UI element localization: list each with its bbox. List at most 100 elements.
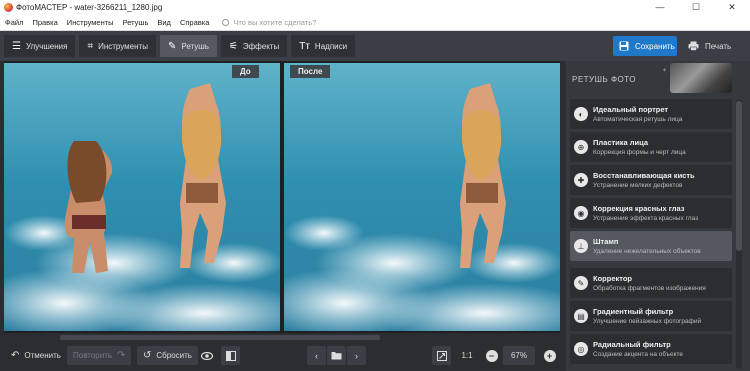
floppy-icon [619, 41, 629, 51]
item-title: Радиальный фильтр [593, 340, 671, 349]
item-desc: Обработка фрагментов изображения [593, 285, 706, 292]
tab-text[interactable]: Tт Надписи [291, 35, 356, 57]
minimize-button[interactable]: — [642, 0, 678, 14]
item-title: Градиентный фильтр [593, 307, 674, 316]
item-desc: Коррекция формы и черт лица [593, 149, 686, 156]
save-button[interactable]: Сохранить [613, 36, 677, 56]
split-view-icon [225, 350, 236, 361]
panel-scrollbar[interactable] [736, 99, 742, 369]
print-label: Печать [705, 41, 732, 51]
chevron-left-icon: ‹ [315, 350, 318, 361]
redo-label: Повторить [73, 351, 113, 360]
tab-enhancements[interactable]: ☰ Улучшения [4, 35, 76, 57]
search-box[interactable]: Что вы хотите сделать? [222, 18, 316, 27]
sliders-icon: ☰ [12, 40, 21, 52]
maximize-button[interactable]: ☐ [678, 0, 714, 14]
preview-eye-button[interactable] [197, 346, 216, 365]
panel-item-red-eye[interactable]: ◉ Коррекция красных глаз Устранение эффек… [570, 198, 732, 228]
reset-label: Сбросить [156, 351, 192, 360]
brush-icon: ✎ [574, 276, 588, 290]
item-desc: Создание акцента на объекте [593, 351, 684, 358]
chevron-right-icon: › [355, 350, 358, 361]
reset-button[interactable]: ↺ Сбросить [137, 346, 198, 365]
zoom-in-button[interactable]: + [540, 346, 559, 365]
before-label: До [232, 65, 259, 78]
zoom-level[interactable]: 67% [503, 346, 535, 365]
eye-icon: ◉ [574, 206, 588, 220]
actual-size-button[interactable]: 1:1 [457, 346, 477, 365]
bandage-icon: ✚ [574, 173, 588, 187]
app-logo-icon [4, 2, 13, 12]
menu-help[interactable]: Справка [180, 18, 209, 27]
item-title: Идеальный портрет [593, 105, 669, 114]
portrait-icon: ◐ [574, 107, 588, 121]
redo-button[interactable]: Повторить ↷ [67, 346, 132, 365]
panel-item-healing-brush[interactable]: ✚ Восстанавливающая кисть Устранение мелк… [570, 165, 732, 195]
item-desc: Устранение мелких дефектов [593, 182, 683, 189]
previous-image-button[interactable]: ‹ [307, 346, 326, 365]
print-button[interactable]: Печать [682, 36, 746, 56]
before-photo: До [4, 63, 280, 331]
beach-photo-after [284, 63, 560, 331]
beach-photo-before [4, 63, 280, 331]
tab-label: Эффекты [242, 41, 280, 51]
reset-icon: ↺ [143, 350, 152, 361]
panel-item-ideal-portrait[interactable]: ◐ Идеальный портрет Автоматическая ретушь… [570, 99, 732, 129]
photo-canvas[interactable]: До После [4, 61, 560, 333]
sparkle-icon: ✦ [662, 68, 668, 74]
folder-icon [331, 352, 342, 360]
panel-item-radial-filter[interactable]: ◎ Радиальный фильтр Создание акцента на о… [570, 334, 732, 364]
tab-label: Инструменты [98, 41, 148, 51]
tab-retouch[interactable]: ✎ Ретушь [159, 35, 217, 57]
magic-wand-icon: ⚟ [228, 40, 238, 52]
scrollbar-thumb[interactable] [736, 101, 742, 251]
item-desc: Устранение эффекта красных глаз [593, 215, 699, 222]
menu-edit[interactable]: Правка [32, 18, 57, 27]
canvas-vertical-scrollbar[interactable] [560, 61, 564, 333]
item-desc: Удаление нежелательных объектов [593, 248, 701, 255]
menu-retouch[interactable]: Ретушь [123, 18, 149, 27]
radial-icon: ◎ [574, 342, 588, 356]
panel-item-face-plastic[interactable]: ⊕ Пластика лица Коррекция формы и черт ли… [570, 132, 732, 162]
after-label: После [290, 65, 331, 78]
title-bar: ФотоМАСТЕР - water-3266211_1280.jpg — ☐ … [0, 0, 750, 14]
panel-item-corrector[interactable]: ✎ Корректор Обработка фрагментов изображе… [570, 268, 732, 298]
after-photo: После [284, 63, 560, 331]
item-title: Корректор [593, 274, 632, 283]
tab-tools[interactable]: ⌗ Инструменты [79, 35, 156, 57]
close-button[interactable]: ✕ [714, 0, 750, 14]
panel-item-stamp[interactable]: ⊥ Штамп Удаление нежелательных объектов [570, 231, 732, 261]
panel-title: РЕТУШЬ ФОТО [572, 75, 636, 84]
save-label: Сохранить [635, 41, 675, 51]
gradient-icon: ▤ [574, 309, 588, 323]
stamp-icon: ⊥ [574, 239, 588, 253]
brush-icon: ✎ [167, 40, 177, 52]
panel-header-image: ✦ [662, 63, 732, 93]
zoom-out-button[interactable]: − [482, 346, 501, 365]
text-icon: Tт [299, 40, 310, 52]
plus-icon: + [543, 349, 556, 362]
menu-tools[interactable]: Инструменты [67, 18, 114, 27]
canvas-horizontal-scrollbar[interactable] [0, 333, 560, 341]
panel-item-gradient-filter[interactable]: ▤ Градиентный фильтр Улучшение пейзажных … [570, 301, 732, 331]
undo-button[interactable]: ↶ Отменить [5, 346, 67, 365]
crop-icon: ⌗ [87, 40, 94, 52]
item-title: Штамп [593, 237, 619, 246]
window-title: ФотоМАСТЕР - water-3266211_1280.jpg [16, 2, 163, 12]
open-folder-button[interactable] [327, 346, 346, 365]
compare-view-button[interactable] [221, 346, 240, 365]
undo-label: Отменить [24, 351, 61, 360]
ratio-label: 1:1 [461, 351, 473, 360]
fit-screen-button[interactable] [432, 346, 451, 365]
eye-icon [200, 351, 213, 360]
panel-header: РЕТУШЬ ФОТО ✦ [566, 61, 750, 95]
tab-label: Надписи [314, 41, 348, 51]
next-image-button[interactable]: › [347, 346, 366, 365]
tab-effects[interactable]: ⚟ Эффекты [220, 35, 288, 57]
item-desc: Улучшение пейзажных фотографий [593, 318, 702, 325]
search-placeholder: Что вы хотите сделать? [233, 17, 317, 27]
menu-file[interactable]: Файл [5, 18, 23, 27]
scrollbar-thumb[interactable] [60, 335, 380, 340]
menu-view[interactable]: Вид [157, 18, 171, 27]
menu-bar: Файл Правка Инструменты Ретушь Вид Справ… [0, 14, 750, 31]
